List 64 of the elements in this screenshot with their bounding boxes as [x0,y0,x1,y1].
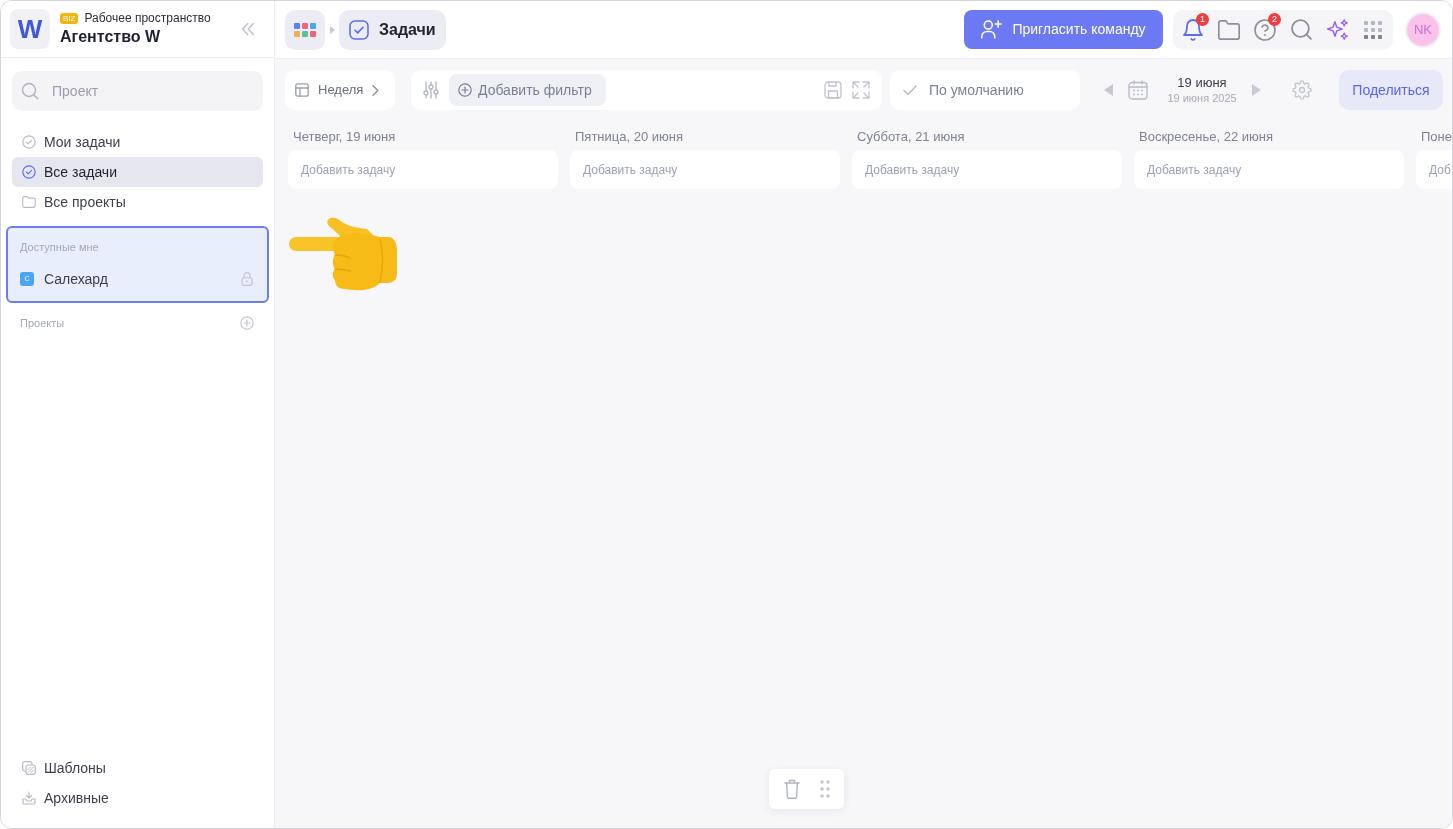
folder-icon[interactable] [1218,19,1240,40]
stacked-squares-icon [22,761,36,775]
check-icon [903,84,917,96]
search-field[interactable]: Проект [12,71,263,111]
add-task-field[interactable]: Доб [1416,150,1452,189]
add-task-field[interactable]: Добавить задачу [1134,150,1404,189]
invite-team-button[interactable]: Пригласить команду [964,10,1163,49]
sort-selector[interactable]: По умолчанию [890,70,1080,110]
expand-icon[interactable] [852,81,870,99]
inbox-tray-icon [22,791,36,805]
add-task-field[interactable]: Добавить задачу [570,150,840,189]
sidebar-nav-item[interactable]: Все задачи [12,157,263,187]
caret-right-icon[interactable] [1252,84,1261,96]
day-heading: Суббота, 21 июня [856,128,965,146]
view-selector[interactable]: Неделя [285,70,395,110]
plan-badge: BIZ [60,12,79,24]
day-heading: Поне [1420,128,1452,146]
chevron-right-icon [372,84,380,96]
workspace-logo[interactable]: W [10,9,50,49]
grid-dots-icon[interactable] [1364,20,1382,39]
add-task-field[interactable]: Добавить задачу [852,150,1122,189]
day-heading: Воскресенье, 22 июня [1138,128,1273,146]
sliders-icon[interactable] [423,81,439,99]
collapse-icon[interactable] [242,22,254,36]
table-icon [295,83,309,97]
trash-icon[interactable] [783,779,800,799]
share-button[interactable]: Поделиться [1339,70,1443,110]
search-icon[interactable] [1290,19,1312,40]
date-title: 19 июня [1177,75,1227,91]
drag-handle-icon[interactable] [819,780,830,798]
settings-icon[interactable] [1292,80,1312,100]
search-icon [21,82,39,100]
sparkles-icon[interactable] [1326,19,1348,40]
check-circle-icon [22,135,36,149]
help-icon[interactable] [1254,18,1276,41]
workspace-name[interactable]: Агентство W [60,26,211,48]
checkbox-icon [349,19,369,40]
apps-button[interactable] [285,9,325,50]
workspace-label: Рабочее пространство [84,10,211,26]
caret-right-icon [330,25,335,34]
day-heading: Четверг, 19 июня [292,128,396,146]
day-heading: Пятница, 20 июня [574,128,683,146]
sidebar-nav-item[interactable]: Все проекты [12,187,263,217]
sidebar-nav-item[interactable]: Мои задачи [12,127,263,157]
app-grid-icon [294,22,316,37]
folder-icon [22,196,36,208]
sidebar-nav-item[interactable]: Шаблоны [12,753,263,783]
bell-icon[interactable] [1182,18,1204,41]
sidebar-nav-item[interactable]: Архивные [12,783,263,813]
caret-left-icon[interactable] [1104,84,1113,96]
plus-circle-icon[interactable] [458,83,472,97]
date-subtitle: 19 июня 2025 [1167,91,1237,105]
pointing-hand-icon [288,216,398,291]
check-circle-icon [22,165,36,179]
tasks-breadcrumb[interactable]: Задачи [339,9,446,50]
notification-badge: 1 [1196,12,1209,26]
calendar-icon[interactable] [1128,80,1148,100]
notification-badge: 2 [1268,12,1281,26]
add-task-field[interactable]: Добавить задачу [288,150,558,189]
user-plus-icon [981,20,1003,39]
section-label: Доступные мне [20,240,99,254]
save-icon[interactable] [824,81,842,99]
plus-circle-icon[interactable] [240,316,254,330]
section-label: Проекты [20,315,65,331]
